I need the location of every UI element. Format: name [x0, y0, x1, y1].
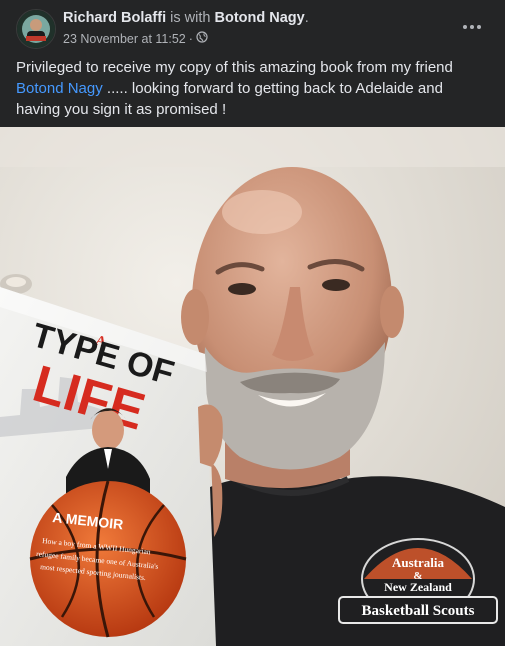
- post-text: Privileged to receive my copy of this am…: [16, 57, 486, 120]
- more-options-button[interactable]: [457, 14, 487, 40]
- post-meta: 23 November at 11:52 ·: [63, 31, 208, 46]
- ellipsis-icon: [463, 25, 481, 29]
- with-text: is with: [170, 10, 211, 26]
- author-name[interactable]: Richard Bolaffi: [63, 10, 166, 26]
- globe-icon[interactable]: [196, 31, 208, 46]
- period: .: [304, 10, 309, 26]
- post-date[interactable]: 23 November at 11:52: [63, 32, 186, 46]
- meta-separator: ·: [188, 31, 193, 46]
- mention-link[interactable]: Botond Nagy: [16, 80, 103, 97]
- author-line: Richard Bolaffi is with Botond Nagy.: [63, 10, 309, 26]
- shirt-text-3: New Zealand: [384, 580, 452, 594]
- shirt-text-1: Australia: [392, 555, 445, 570]
- tagged-person[interactable]: Botond Nagy: [214, 10, 304, 26]
- shirt-text-4: Basketball Scouts: [362, 603, 475, 619]
- post-photo[interactable]: Australia & New Zealand Basketball Scout…: [0, 127, 505, 646]
- avatar[interactable]: [16, 9, 56, 49]
- post-header: Richard Bolaffi is with Botond Nagy. 23 …: [0, 0, 505, 56]
- post-text-before: Privileged to receive my copy of this am…: [16, 59, 453, 76]
